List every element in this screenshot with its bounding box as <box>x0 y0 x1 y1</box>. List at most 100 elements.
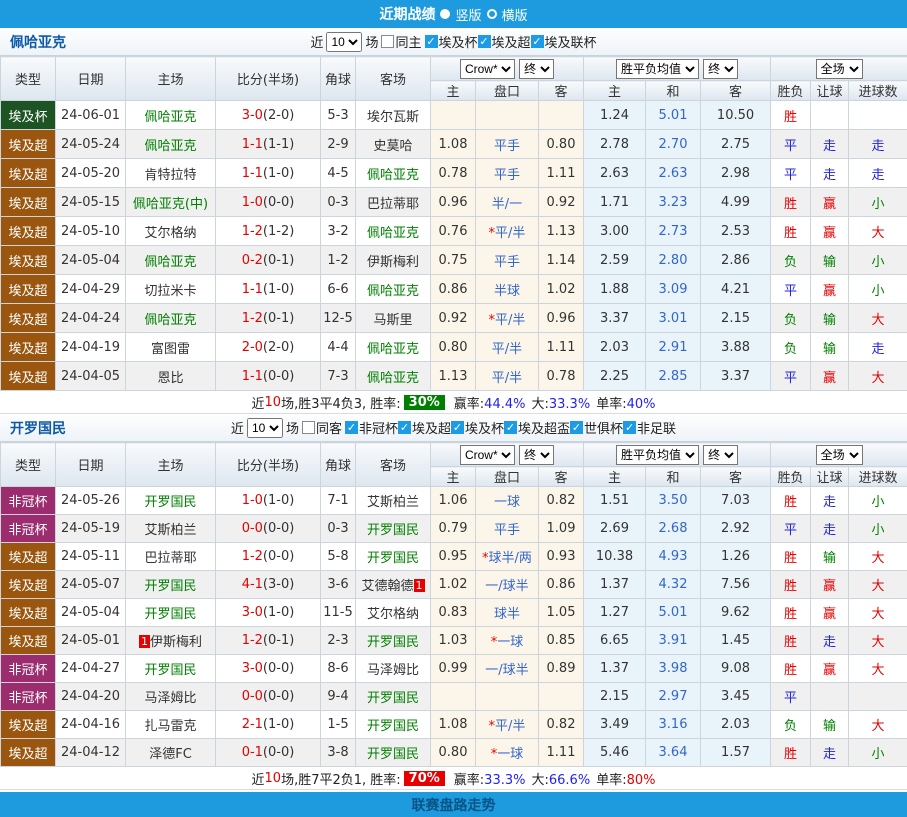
radio-horizontal[interactable] <box>487 9 497 19</box>
league-filter[interactable]: ✓埃及超 <box>478 32 531 51</box>
odds-away-cell: 0.93 <box>539 543 584 571</box>
date-cell: 24-04-19 <box>56 333 126 362</box>
match-count-select[interactable]: 10 <box>326 32 362 52</box>
away-team-cell: 伊斯梅利 <box>356 246 431 275</box>
team-label: 开罗国民 <box>144 579 196 594</box>
bottom-bar-title[interactable]: 联赛盘路走势 <box>412 795 496 815</box>
goals-result-cell: 大 <box>849 362 907 391</box>
scope-select[interactable]: 全场 <box>816 445 863 465</box>
checkbox-icon[interactable] <box>381 35 394 48</box>
checkbox-icon[interactable]: ✓ <box>623 421 636 434</box>
halftime-score: (0-0) <box>263 745 294 760</box>
radio-vertical-label[interactable]: 竖版 <box>455 5 481 24</box>
odds-final-select[interactable]: 终 <box>519 445 554 465</box>
date-cell: 24-04-16 <box>56 711 126 739</box>
avg-final-select[interactable]: 终 <box>703 59 738 79</box>
handicap-result-cell: 走 <box>811 159 849 188</box>
handicap-line: 平手 <box>494 168 520 183</box>
league-filter[interactable]: ✓埃及超盃 <box>504 418 570 437</box>
same-venue-filter[interactable]: 同客 <box>302 418 342 437</box>
checkbox-icon[interactable]: ✓ <box>531 35 544 48</box>
col-avg-home: 主 <box>584 81 646 101</box>
table-row: 埃及超24-04-19富图雷2-0(2-0)4-4佩哈亚克0.80平/半1.11… <box>1 333 907 362</box>
stat-value: 80% <box>627 773 656 788</box>
bookmaker-select[interactable]: Crow* <box>460 59 515 79</box>
type-cell: 埃及超 <box>1 543 56 571</box>
goals-result-cell: 大 <box>849 543 907 571</box>
league-filter[interactable]: ✓世俱杯 <box>570 418 623 437</box>
league-filter-label[interactable]: 埃及杯 <box>439 32 478 51</box>
league-filter-label[interactable]: 埃及超盃 <box>518 418 570 437</box>
match-count-select[interactable]: 10 <box>247 418 283 438</box>
avg-final-select[interactable]: 终 <box>703 445 738 465</box>
league-filter[interactable]: ✓埃及联杯 <box>531 32 597 51</box>
team-label: 佩哈亚克 <box>144 255 196 270</box>
col-result: 胜负 <box>771 81 811 101</box>
checkbox-icon[interactable]: ✓ <box>570 421 583 434</box>
date-cell: 24-05-11 <box>56 543 126 571</box>
avg-select[interactable]: 胜平负均值 <box>616 445 699 465</box>
bottom-bar[interactable]: 联赛盘路走势 <box>0 792 907 817</box>
col-type: 类型 <box>1 57 56 101</box>
type-cell: 埃及超 <box>1 599 56 627</box>
league-filter-label[interactable]: 埃及杯 <box>465 418 504 437</box>
goals-result-cell <box>849 101 907 130</box>
corners-cell: 2-3 <box>321 627 356 655</box>
avg-away-cell: 7.03 <box>701 487 771 515</box>
avg-away-cell: 3.88 <box>701 333 771 362</box>
scope-select[interactable]: 全场 <box>816 59 863 79</box>
avg-draw-cell: 3.98 <box>646 655 701 683</box>
avg-home-cell: 1.37 <box>584 571 646 599</box>
col-home: 主场 <box>126 57 216 101</box>
halftime-score: (1-2) <box>263 224 294 239</box>
same-venue-filter[interactable]: 同主 <box>381 32 421 51</box>
home-team-cell: 泽德FC <box>126 739 216 767</box>
league-filter-label[interactable]: 埃及联杯 <box>545 32 597 51</box>
league-filter[interactable]: ✓埃及超 <box>398 418 451 437</box>
avg-select[interactable]: 胜平负均值 <box>616 59 699 79</box>
checkbox-icon[interactable]: ✓ <box>451 421 464 434</box>
radio-horizontal-label[interactable]: 横版 <box>502 5 528 24</box>
odds-final-select[interactable]: 终 <box>519 59 554 79</box>
handicap-result-cell: 赢 <box>811 188 849 217</box>
odds-home-cell: 0.95 <box>431 543 476 571</box>
avg-draw-cell: 2.73 <box>646 217 701 246</box>
corners-cell: 2-9 <box>321 130 356 159</box>
table-row: 非冠杯24-05-19艾斯柏兰0-0(0-0)0-3开罗国民0.79平手1.09… <box>1 515 907 543</box>
summary-row: 近10场,胜7平2负1, 胜率: 70% 赢率:33.3%大:66.6%单率:8… <box>0 767 907 790</box>
league-filter-label[interactable]: 世俱杯 <box>584 418 623 437</box>
checkbox-icon[interactable]: ✓ <box>425 35 438 48</box>
league-filter[interactable]: ✓埃及杯 <box>425 32 478 51</box>
checkbox-icon[interactable]: ✓ <box>398 421 411 434</box>
checkbox-icon[interactable]: ✓ <box>504 421 517 434</box>
goals-result-cell: 大 <box>849 655 907 683</box>
result-cell: 负 <box>771 246 811 275</box>
league-filter-label[interactable]: 非足联 <box>637 418 676 437</box>
league-filter[interactable]: ✓非足联 <box>623 418 676 437</box>
team-label: 开罗国民 <box>367 719 419 734</box>
filter-bar: 近 10 场 同客 ✓非冠杯✓埃及超✓埃及杯✓埃及超盃✓世俱杯✓非足联 <box>0 418 907 438</box>
league-filter-label[interactable]: 非冠杯 <box>359 418 398 437</box>
league-filter-label[interactable]: 埃及超 <box>412 418 451 437</box>
league-filter-label[interactable]: 埃及超 <box>492 32 531 51</box>
bookmaker-select[interactable]: Crow* <box>460 445 515 465</box>
avg-group-header: 胜平负均值 终 <box>584 443 771 467</box>
avg-draw-cell: 3.09 <box>646 275 701 304</box>
radio-vertical[interactable] <box>440 9 450 19</box>
league-filter[interactable]: ✓埃及杯 <box>451 418 504 437</box>
checkbox-icon[interactable] <box>302 421 315 434</box>
score-cell: 1-2(0-1) <box>216 627 321 655</box>
avg-away-cell: 10.50 <box>701 101 771 130</box>
checkbox-icon[interactable]: ✓ <box>478 35 491 48</box>
type-cell: 埃及超 <box>1 217 56 246</box>
checkbox-icon[interactable]: ✓ <box>345 421 358 434</box>
league-filter[interactable]: ✓非冠杯 <box>345 418 398 437</box>
team-label: 伊斯梅利 <box>367 255 419 270</box>
matches-label: 场 <box>286 418 299 437</box>
table-row: 埃及超24-05-011伊斯梅利1-2(0-1)2-3开罗国民1.03*一球0.… <box>1 627 907 655</box>
summary-count: 10 <box>265 771 282 786</box>
corners-cell: 3-2 <box>321 217 356 246</box>
avg-group-header: 胜平负均值 终 <box>584 57 771 81</box>
halftime-score: (0-0) <box>263 661 294 676</box>
goals-result-cell: 走 <box>849 159 907 188</box>
